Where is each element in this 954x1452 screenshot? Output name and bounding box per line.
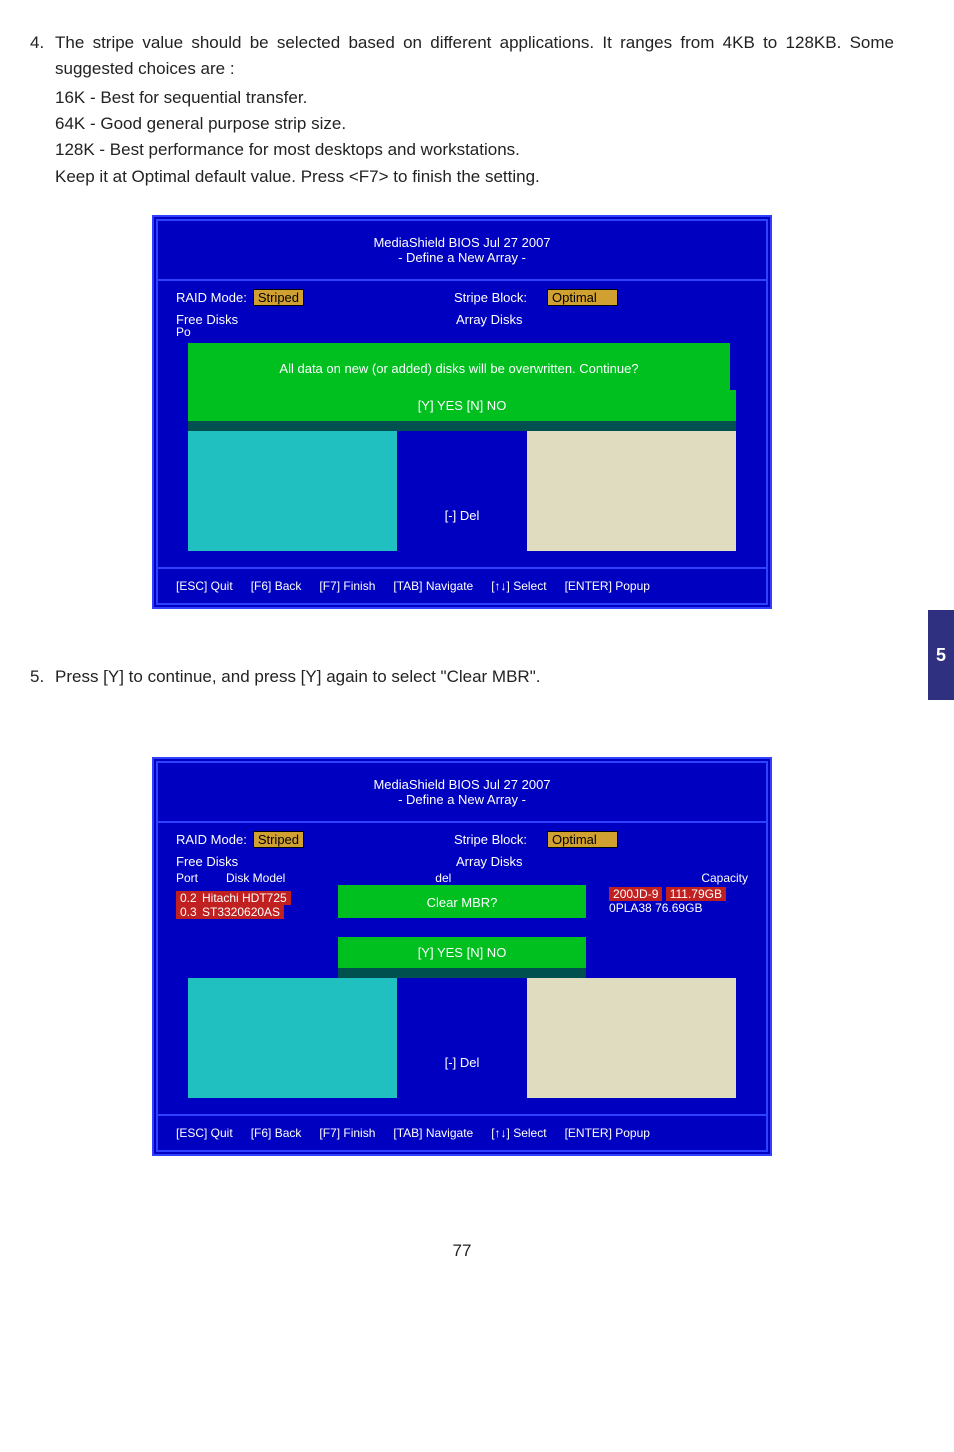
bios2-lower: [-] Del: [188, 978, 736, 1098]
bios1-left-pane: [188, 431, 397, 551]
raid-mode-field: RAID Mode: Striped: [176, 289, 304, 306]
bios2-left-pane: [188, 978, 397, 1098]
port-cutoff: Po: [176, 325, 766, 339]
raid-mode-field-2: RAID Mode: Striped: [176, 831, 304, 848]
rd1-m: 0PLA38: [609, 901, 652, 915]
bios-screen-1: MediaShield BIOS Jul 27 2007 - Define a …: [152, 215, 772, 609]
f-f7: [F7] Finish: [319, 579, 375, 593]
array-disks-header: Array Disks: [456, 312, 522, 327]
array-disks-header-2: Array Disks: [456, 854, 522, 869]
f2-f6: [F6] Back: [251, 1126, 302, 1140]
clear-mbr-prompt: Clear MBR?: [338, 885, 586, 918]
disk-0-port: 0.2: [176, 891, 201, 905]
step-4-l2: 64K - Good general purpose strip size.: [55, 111, 894, 137]
step-4-l1: 16K - Best for sequential transfer.: [55, 85, 894, 111]
f2-tab: [TAB] Navigate: [393, 1126, 473, 1140]
bios2-right-pane: [527, 978, 736, 1098]
bios1-sub: - Define a New Array -: [158, 250, 766, 265]
bios2-header: MediaShield BIOS Jul 27 2007 - Define a …: [158, 763, 766, 823]
port-header: Port: [176, 871, 226, 885]
stripe-block-field-2: Stripe Block: Optimal: [454, 831, 618, 848]
rd0-c: 111.79GB: [666, 887, 726, 901]
f2-esc: [ESC] Quit: [176, 1126, 233, 1140]
free-disks-header: Free Disks: [176, 312, 456, 327]
del-key-1: [-] Del: [445, 508, 480, 523]
f2-f7: [F7] Finish: [319, 1126, 375, 1140]
f2-ent: [ENTER] Popup: [565, 1126, 650, 1140]
overwrite-text: All data on new (or added) disks will be…: [279, 361, 638, 376]
bios1-lower: [-] Del: [188, 431, 736, 551]
f-tab: [TAB] Navigate: [393, 579, 473, 593]
step-4-body: The stripe value should be selected base…: [55, 30, 894, 83]
bios1-footer: [ESC] Quit [F6] Back [F7] Finish [TAB] N…: [158, 567, 766, 603]
dark-strip-2: [338, 968, 586, 978]
overwrite-prompt: All data on new (or added) disks will be…: [188, 343, 730, 390]
model-header: Disk Model: [226, 871, 285, 885]
step-4-num: 4.: [30, 30, 55, 83]
stripe-block-field: Stripe Block: Optimal: [454, 289, 618, 306]
yes-no-bar-1[interactable]: [Y] YES [N] NO: [188, 390, 736, 421]
step-5-num: 5.: [30, 664, 55, 690]
step-5-body: Press [Y] to continue, and press [Y] aga…: [55, 664, 894, 690]
f-esc: [ESC] Quit: [176, 579, 233, 593]
capacity-header: Capacity: [701, 871, 748, 885]
side-tab-text: 5: [936, 645, 946, 666]
dark-strip-1: [188, 421, 736, 431]
raid-mode-label: RAID Mode:: [176, 290, 247, 305]
raid-mode-value[interactable]: Striped: [253, 289, 304, 306]
bios1-title: MediaShield BIOS Jul 27 2007: [158, 235, 766, 250]
f-sel: [↑↓] Select: [491, 579, 546, 593]
bios2-footer: [ESC] Quit [F6] Back [F7] Finish [TAB] N…: [158, 1114, 766, 1150]
bios1-right-pane: [527, 431, 736, 551]
rd1-c: 76.69GB: [655, 901, 702, 915]
step-4-l3: 128K - Best performance for most desktop…: [55, 137, 894, 163]
bios1-mid-pane: [-] Del: [397, 431, 527, 551]
stripe-block-label: Stripe Block:: [454, 290, 527, 305]
del-key-2: [-] Del: [445, 1055, 480, 1070]
disk-1-port: 0.3: [176, 905, 201, 919]
rd0-m: 200JD-9: [609, 887, 662, 901]
step-4-l4: Keep it at Optimal default value. Press …: [55, 164, 894, 190]
side-tab: 5: [928, 610, 954, 700]
disk-0-model: Hitachi HDT725: [198, 891, 291, 905]
disk-1-model: ST3320620AS: [198, 905, 284, 919]
step-4: 4. The stripe value should be selected b…: [30, 30, 894, 83]
bios-screen-2: MediaShield BIOS Jul 27 2007 - Define a …: [152, 757, 772, 1156]
stripe-block-label-2: Stripe Block:: [454, 832, 527, 847]
bios2-mid-pane: [-] Del: [397, 978, 527, 1098]
f-f6: [F6] Back: [251, 579, 302, 593]
raid-mode-label-2: RAID Mode:: [176, 832, 247, 847]
step-5: 5. Press [Y] to continue, and press [Y] …: [30, 664, 894, 690]
stripe-block-value[interactable]: Optimal: [547, 289, 618, 306]
bios1-header: MediaShield BIOS Jul 27 2007 - Define a …: [158, 221, 766, 281]
f-ent: [ENTER] Popup: [565, 579, 650, 593]
page-number: 77: [30, 1241, 894, 1261]
free-disks-header-2: Free Disks: [176, 854, 456, 869]
bios2-title: MediaShield BIOS Jul 27 2007: [158, 777, 766, 792]
f2-sel: [↑↓] Select: [491, 1126, 546, 1140]
raid-mode-value-2[interactable]: Striped: [253, 831, 304, 848]
yes-no-bar-2[interactable]: [Y] YES [N] NO: [338, 937, 586, 968]
stripe-block-value-2[interactable]: Optimal: [547, 831, 618, 848]
del-hdr: del: [435, 871, 451, 885]
bios2-sub: - Define a New Array -: [158, 792, 766, 807]
